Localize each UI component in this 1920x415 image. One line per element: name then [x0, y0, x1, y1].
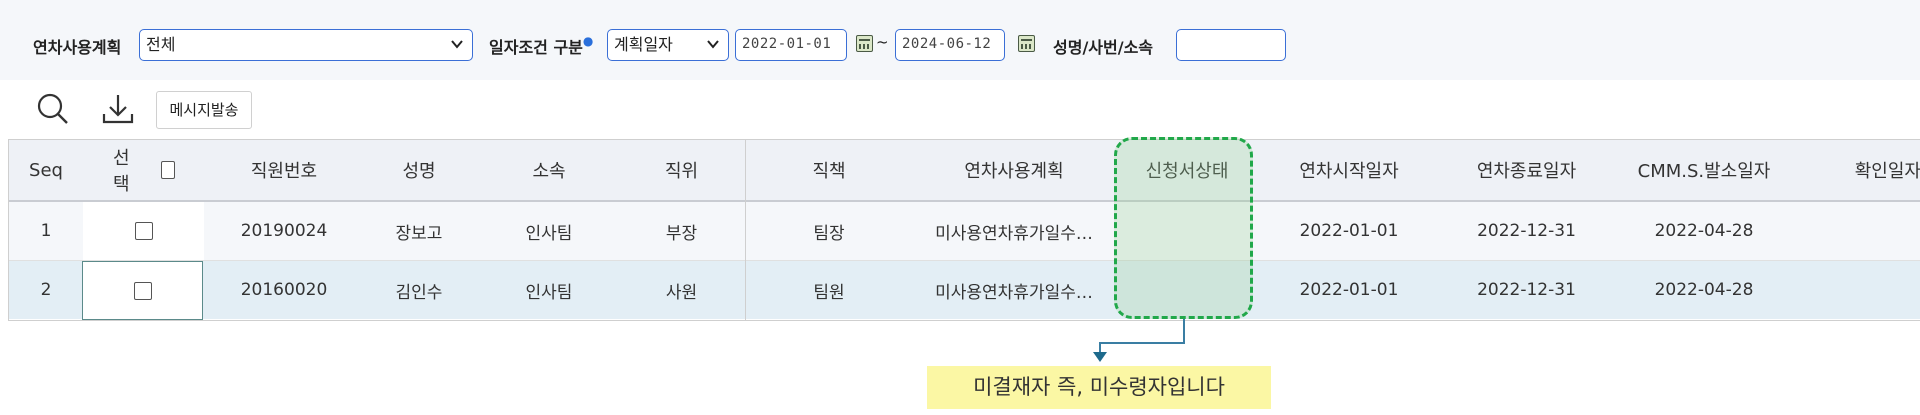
- col-dept: 소속: [532, 161, 566, 182]
- status-column-highlight: [1114, 137, 1253, 319]
- row-end: 2022-12-31: [1477, 280, 1576, 300]
- date-from-input[interactable]: 2022-01-01: [735, 29, 847, 61]
- callout-line: [1183, 319, 1185, 343]
- required-dot-icon: ●: [582, 34, 594, 48]
- chevron-down-icon: [706, 30, 720, 68]
- row-confirm: [1794, 202, 1920, 260]
- employee-grid: Seq 선택 직원번호 성명 소속 직위 직책 연차사용계획 신청서상태 연차시…: [8, 139, 1920, 321]
- callout-line: [1099, 342, 1185, 344]
- send-message-button[interactable]: 메시지발송: [156, 91, 252, 129]
- plan-select[interactable]: 전체: [139, 29, 473, 61]
- row-start: 2022-01-01: [1299, 280, 1399, 300]
- name-search-input[interactable]: [1176, 29, 1286, 61]
- focused-select-cell[interactable]: [82, 261, 203, 320]
- plan-select-value: 전체: [146, 35, 176, 54]
- search-icon[interactable]: [36, 92, 70, 126]
- col-confirm: 확인일자: [1854, 161, 1920, 182]
- row-name: 장보고: [395, 223, 443, 244]
- row-end: 2022-12-31: [1477, 221, 1576, 241]
- row-seq: 1: [40, 221, 52, 241]
- date-cond-label: 일자조건 구분●: [489, 34, 593, 58]
- row-position: 사원: [665, 282, 698, 303]
- col-duty: 직책: [812, 161, 846, 182]
- row-select-cell[interactable]: [83, 202, 204, 260]
- filter-bar: 연차사용계획 전체 일자조건 구분● 계획일자 2022-01-01 ~ 202…: [0, 0, 1920, 80]
- column-divider: [745, 140, 746, 320]
- row-plan: 미사용연차휴가일수…: [935, 223, 1093, 244]
- row-emp-no: 20160020: [240, 280, 328, 300]
- arrow-down-icon: [1093, 352, 1107, 362]
- select-all-checkbox[interactable]: [160, 161, 175, 179]
- row-confirm: [1794, 261, 1920, 319]
- grid-header: Seq 선택 직원번호 성명 소속 직위 직책 연차사용계획 신청서상태 연차시…: [9, 140, 1920, 202]
- chevron-down-icon: [450, 30, 464, 68]
- row-checkbox[interactable]: [134, 222, 153, 240]
- col-select-label: 선택: [113, 148, 130, 195]
- row-dept: 인사팀: [525, 223, 573, 244]
- row-start: 2022-01-01: [1299, 221, 1399, 241]
- row-sent: 2022-04-28: [1654, 280, 1754, 300]
- row-plan: 미사용연차휴가일수…: [935, 282, 1093, 303]
- date-cond-label-text: 일자조건 구분: [489, 38, 583, 57]
- download-icon[interactable]: [101, 92, 135, 126]
- col-select: 선택: [83, 140, 175, 200]
- row-checkbox[interactable]: [133, 281, 152, 300]
- plan-filter-label: 연차사용계획: [33, 38, 122, 57]
- row-duty: 팀원: [813, 282, 845, 303]
- col-end: 연차종료일자: [1476, 161, 1577, 182]
- row-dept: 인사팀: [525, 282, 573, 303]
- table-row[interactable]: 2 20160020 김인수 인사팀 사원 팀원 미사용연차휴가일수… 2022…: [9, 261, 1920, 319]
- col-emp-no: 직원번호: [250, 161, 318, 182]
- calendar-icon[interactable]: [1018, 35, 1035, 52]
- table-row[interactable]: 1 20190024 장보고 인사팀 부장 팀장 미사용연차휴가일수… 2022…: [9, 202, 1920, 261]
- date-range-tilde: ~: [876, 33, 889, 51]
- col-name: 성명: [402, 161, 436, 182]
- row-sent: 2022-04-28: [1654, 221, 1754, 241]
- calendar-icon[interactable]: [856, 35, 873, 52]
- row-name: 김인수: [395, 282, 443, 303]
- col-position: 직위: [664, 161, 699, 182]
- name-filter-label: 성명/사번/소속: [1053, 38, 1154, 57]
- col-plan: 연차사용계획: [964, 161, 1064, 182]
- col-start: 연차시작일자: [1299, 161, 1399, 182]
- row-position: 부장: [665, 223, 698, 244]
- col-sent: CMM.S.발소일자: [1637, 161, 1771, 182]
- date-cond-select[interactable]: 계획일자: [607, 29, 729, 61]
- row-duty: 팀장: [813, 223, 845, 244]
- annotation-note: 미결재자 즉, 미수령자입니다: [927, 366, 1271, 409]
- row-emp-no: 20190024: [240, 221, 328, 241]
- row-seq: 2: [40, 280, 52, 300]
- date-to-input[interactable]: 2024-06-12: [895, 29, 1005, 61]
- date-cond-value: 계획일자: [614, 35, 673, 54]
- col-seq: Seq: [29, 159, 63, 181]
